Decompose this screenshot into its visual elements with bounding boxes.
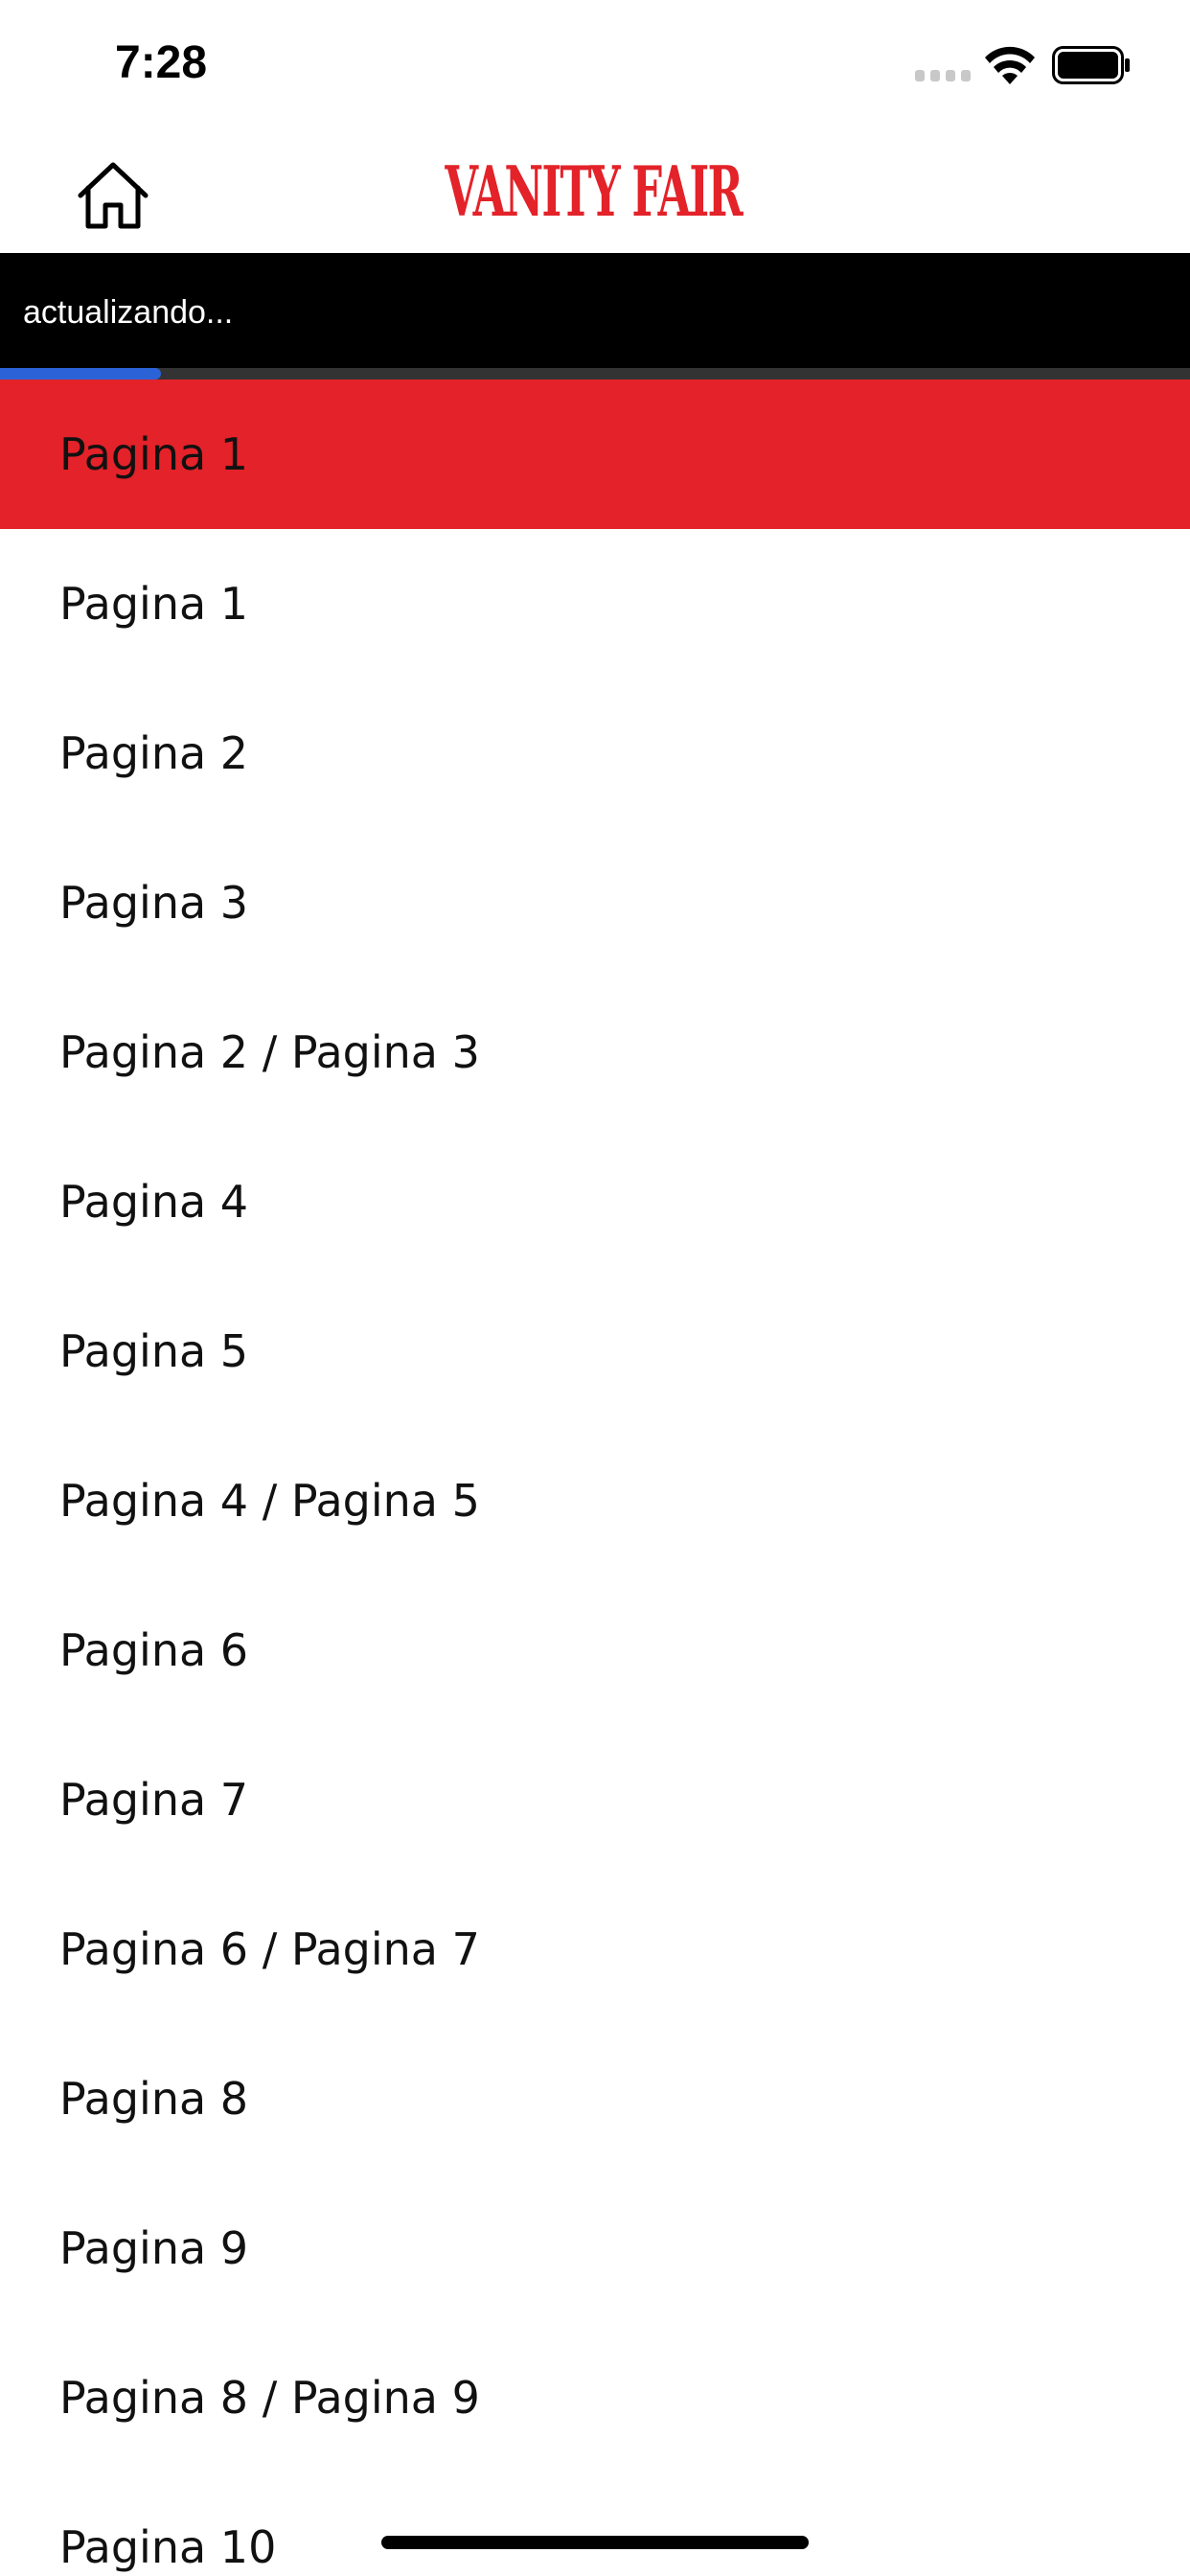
battery-icon [1052,46,1130,84]
page-list-item[interactable]: Pagina 2 / Pagina 3 [0,978,1190,1127]
status-time: 7:28 [115,37,208,88]
vanity-fair-logo: VANITY FAIR [445,150,743,232]
page-list-item[interactable]: Pagina 6 / Pagina 7 [0,1874,1190,2024]
app-header: VANITY FAIR [0,126,1190,253]
progress-bar [0,368,1190,380]
signal-icon [915,70,971,81]
page-list-item[interactable]: Pagina 5 [0,1276,1190,1426]
page-list-item[interactable]: Pagina 9 [0,2174,1190,2323]
updating-status-text: actualizando... [23,294,234,331]
home-icon [78,162,149,229]
home-button[interactable] [69,151,157,240]
progress-fill [0,368,161,380]
page-list-item-selected[interactable]: Pagina 1 [0,380,1190,529]
status-bar: 7:28 [0,0,1190,126]
page-list-item[interactable]: Pagina 10 [0,2472,1190,2576]
page-list-item[interactable]: Pagina 4 / Pagina 5 [0,1426,1190,1576]
page-list-item[interactable]: Pagina 8 [0,2024,1190,2174]
page-list-item[interactable]: Pagina 3 [0,828,1190,978]
page-list-item[interactable]: Pagina 7 [0,1725,1190,1874]
page-list-item[interactable]: Pagina 4 [0,1127,1190,1276]
updating-bar: actualizando... [0,253,1190,368]
page-list: Pagina 1 Pagina 1 Pagina 2 Pagina 3 Pagina 2… [0,380,1190,2576]
page-list-item[interactable]: Pagina 6 [0,1576,1190,1725]
page-list-item[interactable]: Pagina 2 [0,678,1190,828]
wifi-icon [985,46,1035,84]
page-list-item[interactable]: Pagina 1 [0,529,1190,678]
home-indicator[interactable] [381,2536,809,2549]
page-list-item[interactable]: Pagina 8 / Pagina 9 [0,2323,1190,2472]
